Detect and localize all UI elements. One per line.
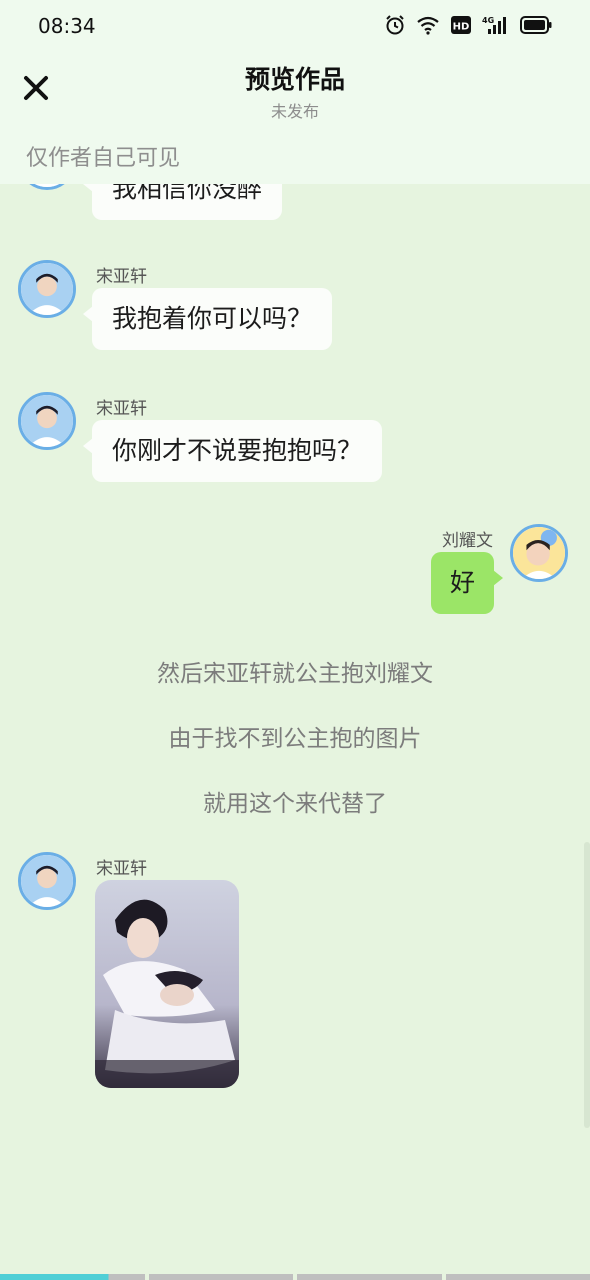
page-title: 预览作品 (244, 65, 345, 94)
alarm-icon (384, 14, 406, 36)
sender-name: 宋亚轩 (96, 399, 147, 419)
sender-name: 宋亚轩 (96, 859, 147, 879)
narration-line: 就用这个来代替了 (203, 791, 387, 817)
sender-name: 宋亚轩 (96, 267, 147, 287)
hd-icon: HD (450, 14, 472, 36)
status-bar: 08:34 HD 4G (0, 0, 590, 52)
narration-line: 然后宋亚轩就公主抱刘耀文 (157, 661, 433, 687)
avatar-song-yaxuan[interactable] (18, 852, 76, 910)
progress-segment (0, 1274, 145, 1280)
progress-segment (445, 1274, 590, 1280)
scrollbar[interactable] (584, 842, 590, 1128)
avatar-liu-yaowen[interactable] (510, 524, 568, 582)
message-bubble[interactable]: 我相信你没醉 (82, 184, 283, 220)
chat-list[interactable]: 我相信你没醉 宋亚轩 我抱着你可以吗？ 宋亚轩 你刚才不说要抱抱吗？ 刘耀文 好… (0, 184, 590, 1274)
header: 预览作品 未发布 仅作者自己可见 (0, 52, 590, 184)
wifi-icon (416, 14, 440, 36)
story-progress (0, 1274, 590, 1280)
message-bubble[interactable]: 你刚才不说要抱抱吗？ (82, 420, 383, 482)
avatar-song-yaxuan[interactable] (18, 184, 76, 190)
hd-label: HD (453, 22, 470, 33)
message-bubble[interactable]: 我抱着你可以吗？ (82, 288, 333, 350)
sender-name: 刘耀文 (442, 531, 493, 551)
progress-segment (148, 1274, 293, 1280)
status-time: 08:34 (38, 14, 96, 38)
battery-icon (520, 14, 552, 36)
image-message[interactable] (95, 880, 239, 1088)
visibility-note: 仅作者自己可见 (26, 146, 181, 171)
status-icons: HD 4G (384, 14, 552, 36)
avatar-song-yaxuan[interactable] (18, 392, 76, 450)
progress-segment (297, 1274, 442, 1280)
signal-label: 4G (482, 16, 494, 25)
signal-icon: 4G (482, 14, 510, 36)
message-bubble-self[interactable]: 好 (431, 552, 504, 614)
avatar-song-yaxuan[interactable] (18, 260, 76, 318)
narration-line: 由于找不到公主抱的图片 (168, 726, 422, 752)
page-subtitle: 未发布 (270, 102, 319, 121)
